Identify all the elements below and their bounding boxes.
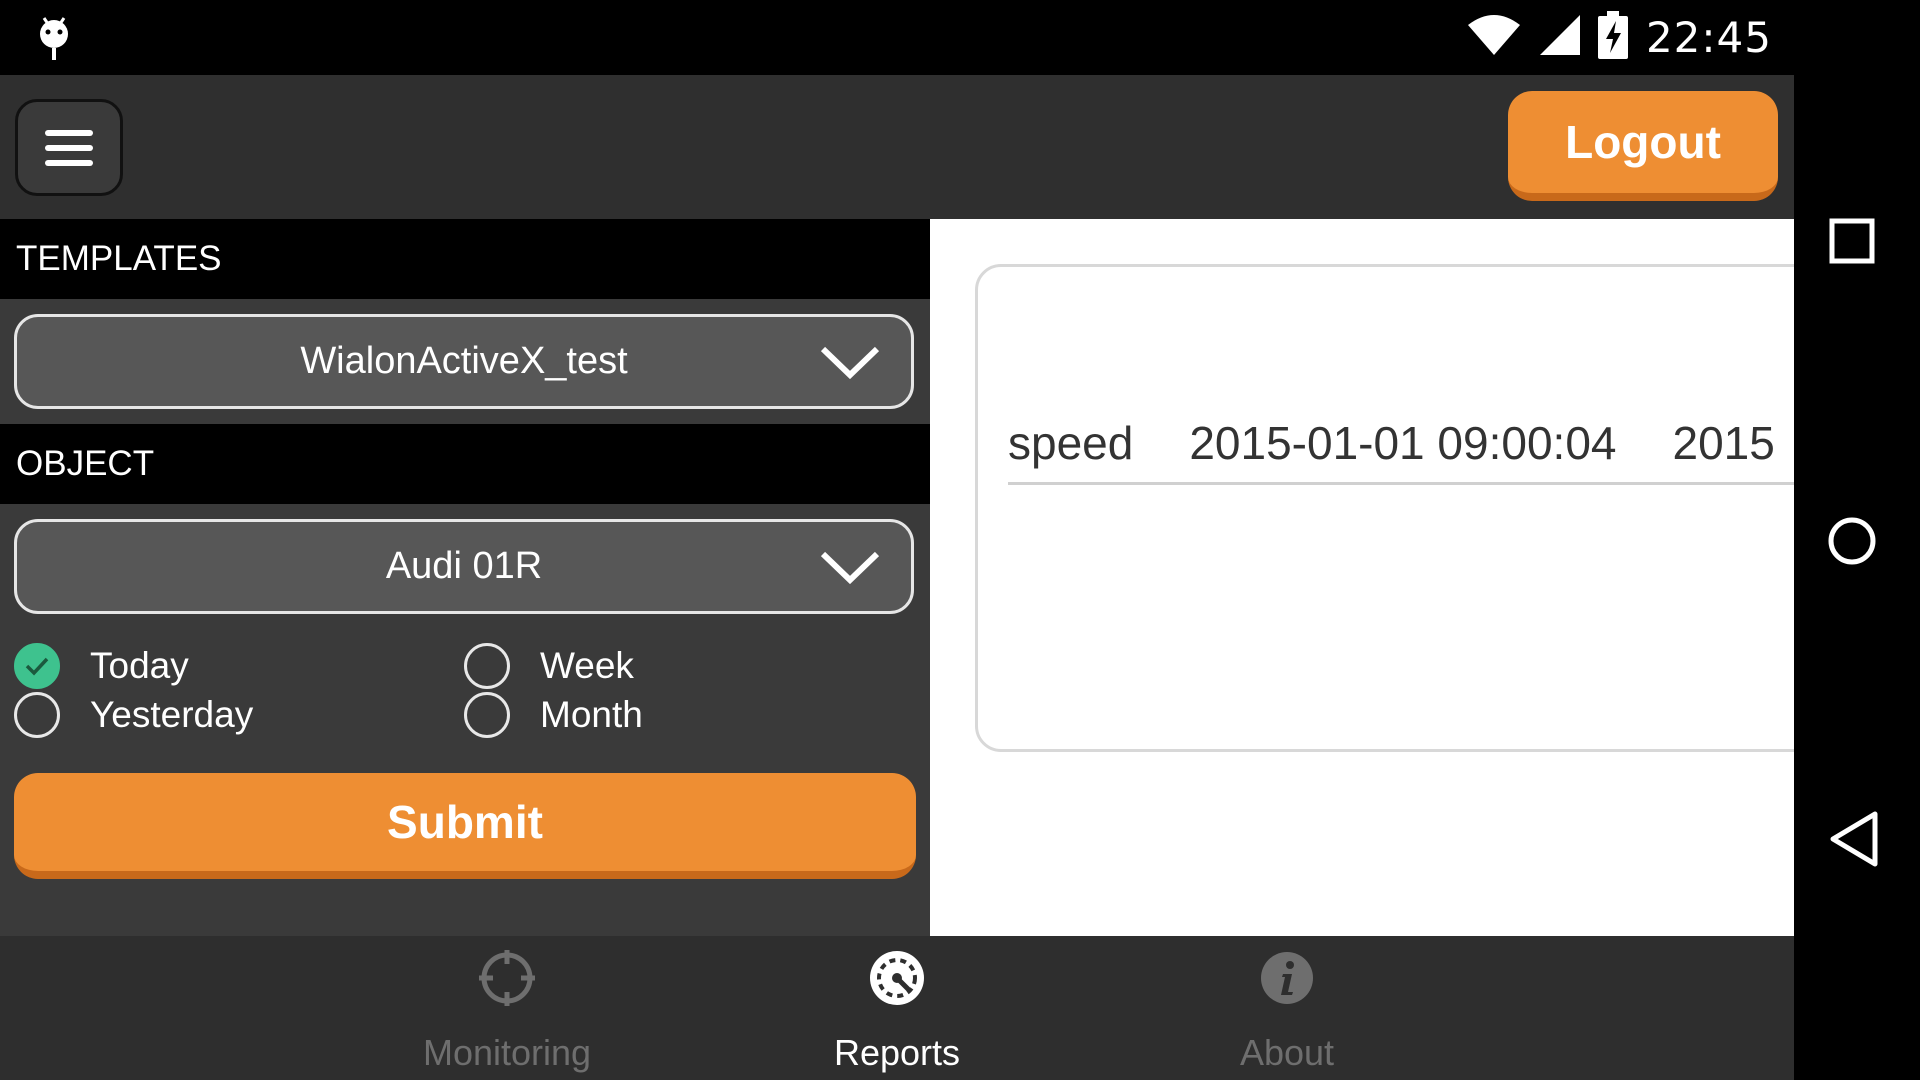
template-select-value: WialonActiveX_test <box>300 340 628 382</box>
tab-about[interactable]: About <box>1167 936 1407 1080</box>
chevron-down-icon <box>819 548 881 598</box>
bottom-nav: Monitoring Reports About <box>0 936 1794 1080</box>
object-heading: OBJECT <box>0 424 930 504</box>
period-today[interactable]: Today <box>14 643 189 689</box>
check-icon[interactable] <box>14 643 60 689</box>
table-cell: 2015-01-01 09:00:04 <box>1189 416 1617 469</box>
period-label: Month <box>540 694 643 735</box>
radio-icon[interactable] <box>464 643 510 689</box>
report-table[interactable]: speed 2015-01-01 09:00:04 2015 <box>975 264 1794 752</box>
period-label: Yesterday <box>90 694 254 735</box>
submit-button[interactable]: Submit <box>14 773 916 879</box>
system-nav-bar <box>1794 0 1920 1080</box>
chevron-down-icon <box>819 343 881 393</box>
templates-heading: TEMPLATES <box>0 219 930 299</box>
object-select-value: Audi 01R <box>385 545 543 587</box>
object-select[interactable]: Audi 01R <box>14 519 914 614</box>
report-panel: speed 2015-01-01 09:00:04 2015 <box>930 219 1794 936</box>
report-form-panel: TEMPLATES WialonActiveX_test OBJECT Audi… <box>0 219 930 936</box>
tab-reports[interactable]: Reports <box>777 936 1017 1080</box>
recent-apps-icon[interactable] <box>1829 218 1875 269</box>
status-bar: 22:45 <box>0 0 1794 75</box>
status-time: 22:45 <box>1645 13 1772 62</box>
table-row: speed 2015-01-01 09:00:04 2015 <box>1008 403 1794 485</box>
info-icon <box>1259 950 1315 1006</box>
radio-icon[interactable] <box>14 692 60 738</box>
tab-label: Reports <box>833 1032 961 1073</box>
back-icon[interactable] <box>1827 810 1879 873</box>
app-header: Logout <box>0 75 1794 219</box>
period-label: Week <box>540 645 634 686</box>
android-debug-icon <box>36 14 72 67</box>
period-yesterday[interactable]: Yesterday <box>14 692 253 738</box>
tab-label: About <box>1239 1032 1335 1073</box>
crosshair-icon <box>479 950 535 1006</box>
speedometer-icon <box>869 950 925 1006</box>
wifi-icon <box>1450 13 1522 62</box>
period-month[interactable]: Month <box>464 692 643 738</box>
table-cell: speed <box>1008 416 1134 469</box>
app: Logout TEMPLATES WialonActiveX_test OBJE… <box>0 75 1794 1080</box>
battery-charging-icon <box>1582 11 1628 64</box>
tab-monitoring[interactable]: Monitoring <box>387 936 627 1080</box>
hamburger-menu-icon[interactable] <box>15 99 123 196</box>
radio-icon[interactable] <box>464 692 510 738</box>
status-icons: 22:45 <box>1450 0 1772 75</box>
signal-icon <box>1522 13 1582 62</box>
table-cell: 2015 <box>1672 416 1775 469</box>
period-week[interactable]: Week <box>464 643 634 689</box>
home-icon[interactable] <box>1827 516 1877 571</box>
template-select[interactable]: WialonActiveX_test <box>14 314 914 409</box>
tab-label: Monitoring <box>422 1032 592 1073</box>
screen: 22:45 Logout TEMPLATES WialonActiveX_tes… <box>0 0 1920 1080</box>
logout-button[interactable]: Logout <box>1508 91 1778 201</box>
period-label: Today <box>90 645 189 686</box>
